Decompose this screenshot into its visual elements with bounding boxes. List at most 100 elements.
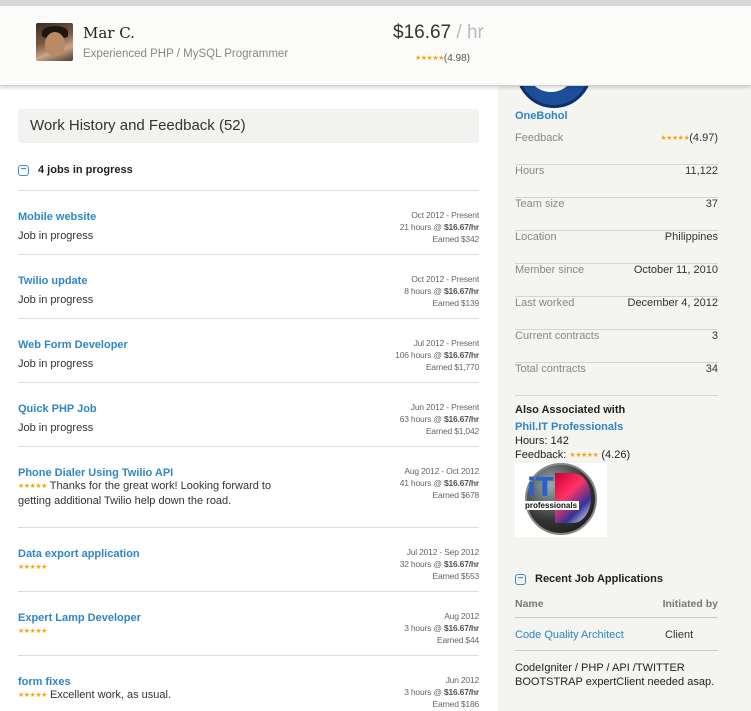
jobs-in-progress-toggle[interactable]: − 4 jobs in progress xyxy=(18,164,133,176)
job-title-link[interactable]: form fixes xyxy=(18,676,71,688)
associated-hours: Hours: 142 xyxy=(515,435,569,447)
job-title-link[interactable]: Expert Lamp Developer xyxy=(18,612,141,624)
stat-row: Feedback ★★★★★(4.97) xyxy=(515,132,718,165)
star-rating-icon: ★★★★★ xyxy=(18,483,47,490)
job-desc-text: Thanks for the great work! Looking forwa… xyxy=(18,480,272,507)
hourly-rate: $16.67 / hr xyxy=(393,22,484,44)
job-hours: 8 hours @ $16.67/hr xyxy=(404,285,479,297)
stat-value: 34 xyxy=(706,363,718,375)
job-feedback: Job in progress xyxy=(18,229,278,243)
job-title-link[interactable]: Web Form Developer xyxy=(18,339,128,351)
star-rating-icon: ★★★★★ xyxy=(18,564,47,571)
jobs-in-progress-label: 4 jobs in progress xyxy=(38,164,133,176)
recent-applications-heading: Recent Job Applications xyxy=(535,573,663,585)
stat-row: Team size 37 xyxy=(515,198,718,231)
associated-feedback-value: (4.26) xyxy=(601,449,631,461)
stat-value: ★★★★★(4.97) xyxy=(660,132,718,144)
associated-feedback-label: Feedback: xyxy=(515,449,570,461)
job-meta: Jul 2012 - Present 106 hours @ $16.67/hr E… xyxy=(395,337,479,373)
job-hours: 32 hours @ $16.67/hr xyxy=(400,558,479,570)
job-earned: Earned $186 xyxy=(432,699,480,709)
job-rate: $16.67/hr xyxy=(443,687,479,697)
job-meta: Oct 2012 - Present 8 hours @ $16.67/hr Ear… xyxy=(404,273,479,309)
job-desc-text: Job in progress xyxy=(18,230,94,242)
rate-amount: $16.67 xyxy=(393,22,452,43)
stat-row: Total contracts 34 xyxy=(515,363,718,396)
job-desc-text: Job in progress xyxy=(18,358,94,370)
star-rating-icon: ★★★★★ xyxy=(660,135,690,142)
job-hours: 41 hours @ $16.67/hr xyxy=(400,477,479,489)
associated-feedback: Feedback: ★★★★★ (4.26) xyxy=(515,449,630,461)
job-feedback: Job in progress xyxy=(18,357,278,371)
column-initiated-by: Initiated by xyxy=(662,598,718,610)
job-hours-text: 106 hours @ xyxy=(395,350,444,360)
stat-value: 37 xyxy=(706,198,718,210)
job-title-link[interactable]: Mobile website xyxy=(18,211,96,223)
job-title-link[interactable]: Twilio update xyxy=(18,275,87,287)
job-rate: $16.67/hr xyxy=(443,414,479,424)
stat-value-text: October 11, 2010 xyxy=(633,264,718,276)
job-feedback: Job in progress xyxy=(18,293,278,307)
stat-value-text: 37 xyxy=(705,198,718,210)
application-link[interactable]: Code Quality Architect xyxy=(515,629,624,641)
stat-value-text: (4.97) xyxy=(689,132,718,144)
job-row: Data export application ★★★★★ Jul 2012 - … xyxy=(18,527,479,581)
job-row: Quick PHP Job Job in progress Jun 2012 - P… xyxy=(18,382,479,436)
job-title-link[interactable]: Quick PHP Job xyxy=(18,403,97,415)
job-rate: $16.67/hr xyxy=(443,222,479,232)
job-hours-text: 41 hours @ xyxy=(399,478,444,488)
stat-label: Hours xyxy=(515,165,545,177)
agency-name-link[interactable]: OneBohol xyxy=(515,110,568,122)
collapse-icon[interactable]: − xyxy=(515,573,526,585)
recent-applications-toggle[interactable]: − Recent Job Applications xyxy=(515,573,663,585)
job-title-link[interactable]: Phone Dialer Using Twilio API xyxy=(18,467,173,479)
profile-rating: ★★★★★(4.98) xyxy=(415,53,470,64)
job-row: form fixes ★★★★★ Excellent work, as usual… xyxy=(18,655,479,709)
work-history-header: Work History and Feedback (52) xyxy=(18,109,479,143)
job-dates: Jul 2012 - Sep 2012 xyxy=(406,547,479,557)
star-rating-icon: ★★★★★ xyxy=(569,452,599,459)
freelancer-name: Mar C. xyxy=(83,24,135,42)
job-meta: Jul 2012 - Sep 2012 32 hours @ $16.67/hr E… xyxy=(400,546,479,582)
job-earned: Earned $139 xyxy=(432,298,480,308)
stat-value: December 4, 2012 xyxy=(628,297,719,309)
job-hours-text: 32 hours @ xyxy=(399,559,444,569)
profile-header: Mar C. Experienced PHP / MySQL Programme… xyxy=(0,6,751,86)
job-hours-text: 3 hours @ xyxy=(404,687,444,697)
job-dates: Oct 2012 - Present xyxy=(411,210,479,220)
associated-heading: Also Associated with xyxy=(515,404,626,416)
job-dates: Aug 2012 - Oct 2012 xyxy=(404,466,479,476)
job-earned: Earned $1,770 xyxy=(425,362,479,372)
collapse-icon[interactable]: − xyxy=(18,164,29,176)
job-hours: 63 hours @ $16.67/hr xyxy=(400,413,479,425)
avatar[interactable] xyxy=(36,23,73,61)
associated-agency-link[interactable]: Phil.IT Professionals xyxy=(515,421,623,433)
job-hours-text: 3 hours @ xyxy=(404,623,444,633)
job-earned: Earned $553 xyxy=(432,571,480,581)
stat-label: Last worked xyxy=(515,297,575,309)
job-meta: Aug 2012 3 hours @ $16.67/hr Earned $44 xyxy=(404,610,479,646)
stat-row: Member since October 11, 2010 xyxy=(515,264,718,297)
job-title-link[interactable]: Data export application xyxy=(18,548,140,560)
job-feedback: ★★★★★ Thanks for the great work! Looking… xyxy=(18,479,278,508)
job-dates: Jun 2012 xyxy=(445,675,480,685)
job-row: Phone Dialer Using Twilio API ★★★★★ Thank… xyxy=(18,446,479,507)
job-feedback: ★★★★★ xyxy=(18,560,278,575)
job-dates: Oct 2012 - Present xyxy=(411,274,479,284)
job-desc-text: Job in progress xyxy=(18,422,94,434)
associated-logo-text: professionals xyxy=(523,501,580,510)
job-hours: 21 hours @ $16.67/hr xyxy=(400,221,479,233)
job-rate: $16.67/hr xyxy=(443,623,479,633)
job-earned: Earned $678 xyxy=(432,490,480,500)
job-row: Mobile website Job in progress Oct 2012 - … xyxy=(18,190,479,244)
associated-logo-mark: iT xyxy=(527,473,554,503)
associated-agency-logo[interactable]: iT professionals xyxy=(515,463,607,537)
job-dates: Jun 2012 - Present xyxy=(410,402,479,412)
job-row: Twilio update Job in progress Oct 2012 - P… xyxy=(18,254,479,308)
stat-value-text: December 4, 2012 xyxy=(627,297,719,309)
job-rate: $16.67/hr xyxy=(443,286,479,296)
star-rating-icon: ★★★★★ xyxy=(18,692,47,699)
stat-value-text: Philippines xyxy=(664,231,718,243)
recent-applications-header: Name Initiated by xyxy=(515,598,718,618)
job-rate: $16.67/hr xyxy=(443,478,479,488)
